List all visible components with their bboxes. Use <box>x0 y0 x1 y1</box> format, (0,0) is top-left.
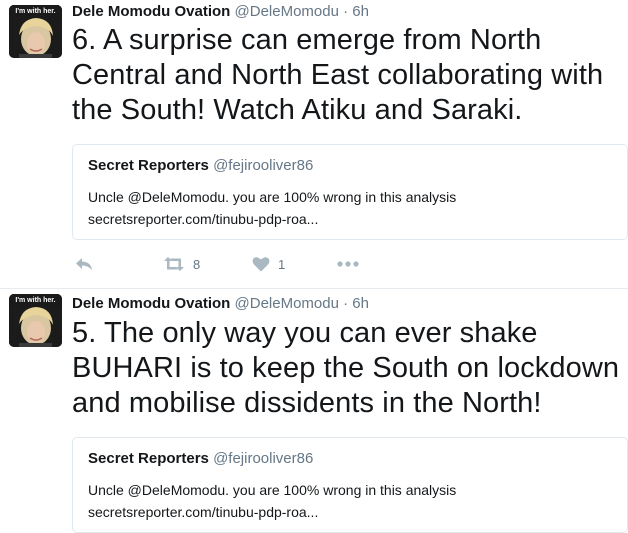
quoted-text: Uncle @DeleMomodu. you are 100% wrong in… <box>88 189 457 205</box>
avatar-banner: I'm with her. <box>9 294 62 307</box>
more-button[interactable] <box>337 253 359 275</box>
quoted-tweet[interactable]: Secret Reporters @fejirooliver86 Uncle @… <box>72 437 628 533</box>
quoted-author-name: Secret Reporters <box>88 157 209 174</box>
separator: · <box>343 3 349 20</box>
author-name[interactable]: Dele Momodu Ovation <box>72 295 230 312</box>
tweet-actions: 8 1 <box>72 253 472 275</box>
retweet-icon <box>164 257 184 271</box>
timestamp[interactable]: 6h <box>352 3 369 20</box>
like-count: 1 <box>278 256 286 272</box>
tweet-header: Dele Momodu Ovation @DeleMomodu · 6h <box>72 295 369 315</box>
quoted-link[interactable]: secretsreporter.com/tinubu-pdp-roa... <box>88 211 318 227</box>
quoted-tweet[interactable]: Secret Reporters @fejirooliver86 Uncle @… <box>72 144 628 240</box>
author-handle[interactable]: @DeleMomodu <box>235 295 339 312</box>
quoted-text: Uncle @DeleMomodu. you are 100% wrong in… <box>88 482 457 498</box>
reply-button[interactable] <box>74 253 94 275</box>
heart-icon <box>252 257 270 272</box>
tweet-text: 5. The only way you can ever shake BUHAR… <box>72 317 620 419</box>
tweet[interactable]: I'm with her. Dele Momodu Ovation @DeleM… <box>0 289 628 533</box>
avatar[interactable]: I'm with her. <box>9 5 62 58</box>
tweet[interactable]: I'm with her. Dele Momodu Ovation @DeleM… <box>0 0 628 289</box>
tweet-text: 6. A surprise can emerge from North Cent… <box>72 24 604 126</box>
separator: · <box>343 295 349 312</box>
avatar-banner: I'm with her. <box>9 5 62 18</box>
avatar[interactable]: I'm with her. <box>9 294 62 347</box>
quoted-header: Secret Reporters @fejirooliver86 <box>88 157 313 174</box>
quoted-author-handle: @fejirooliver86 <box>213 157 314 174</box>
quoted-link[interactable]: secretsreporter.com/tinubu-pdp-roa... <box>88 504 318 520</box>
tweet-header: Dele Momodu Ovation @DeleMomodu · 6h <box>72 3 369 23</box>
reply-icon <box>76 258 92 270</box>
like-button[interactable]: 1 <box>252 253 285 275</box>
timestamp[interactable]: 6h <box>352 295 369 312</box>
quoted-author-name: Secret Reporters <box>88 450 209 467</box>
author-name[interactable]: Dele Momodu Ovation <box>72 3 230 20</box>
retweet-count: 8 <box>193 256 201 272</box>
quoted-header: Secret Reporters @fejirooliver86 <box>88 450 313 467</box>
quoted-author-handle: @fejirooliver86 <box>213 450 314 467</box>
retweet-button[interactable]: 8 <box>163 253 200 275</box>
more-icon <box>337 261 359 267</box>
author-handle[interactable]: @DeleMomodu <box>235 3 339 20</box>
